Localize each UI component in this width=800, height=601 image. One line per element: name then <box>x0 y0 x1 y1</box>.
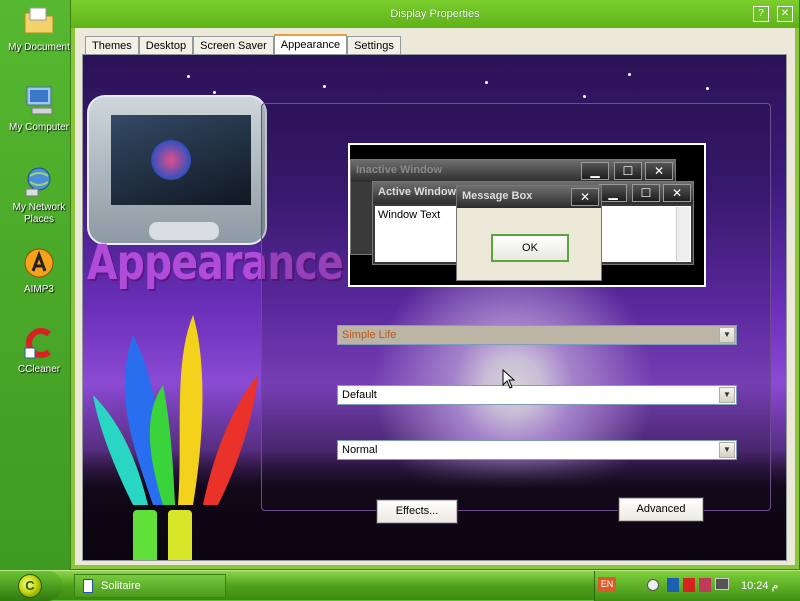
window-style-dropdown[interactable]: Default ▼ <box>337 385 737 405</box>
preview-ok-button: OK <box>491 234 569 262</box>
tray-sound-icon[interactable] <box>647 579 659 591</box>
appearance-preview: Inactive Window ▁ ☐ ✕ Active Window ▁ ☐ … <box>348 143 706 287</box>
network-icon <box>22 164 56 198</box>
tab-settings[interactable]: Settings <box>347 36 401 56</box>
aimp-icon <box>22 246 56 280</box>
maximize-icon: ☐ <box>614 162 642 180</box>
desktop-icon-my-document[interactable]: My Document <box>2 4 76 54</box>
desktop-icon-my-computer[interactable]: My Computer <box>2 84 76 134</box>
clock[interactable]: 10:24 م <box>741 579 778 592</box>
star <box>485 81 488 84</box>
help-button[interactable]: ? <box>753 6 769 22</box>
solitaire-icon <box>83 579 93 593</box>
start-button[interactable]: C <box>0 571 62 601</box>
paint-splash-image <box>93 305 263 560</box>
mouse-cursor-icon <box>502 369 516 389</box>
star <box>213 91 216 94</box>
font-size-dropdown[interactable]: Normal ▼ <box>337 440 737 460</box>
preview-scrollbar <box>676 207 690 261</box>
monitor-image <box>87 95 267 245</box>
monitor-screen <box>111 115 251 205</box>
tray-network-icon[interactable] <box>667 578 679 592</box>
display-properties-window: Display Properties ? ✕ Themes Desktop Scre… <box>70 0 800 570</box>
taskbar-item-solitaire[interactable]: Solitaire <box>74 574 226 598</box>
maximize-icon: ☐ <box>632 184 660 202</box>
tray-monitor-icon[interactable] <box>715 578 729 590</box>
message-box-title-text: Message Box <box>462 190 533 202</box>
effects-button[interactable]: Effects... <box>376 499 458 524</box>
paint-bottle <box>168 510 192 560</box>
taskbar-item-label: Solitaire <box>101 580 141 592</box>
appearance-panel: Appearance Inactive Window ▁ ☐ ✕ Active … <box>82 54 787 561</box>
star <box>187 75 190 78</box>
chevron-down-icon[interactable]: ▼ <box>719 387 735 403</box>
desktop-icon-ccleaner[interactable]: CCleaner <box>2 326 76 376</box>
taskbar: C Solitaire 10:24 م <box>0 570 800 601</box>
chevron-down-icon[interactable]: ▼ <box>719 442 735 458</box>
tab-themes[interactable]: Themes <box>85 36 139 56</box>
tab-appearance[interactable]: Appearance <box>273 34 348 56</box>
close-icon: ✕ <box>571 188 599 206</box>
language-indicator[interactable]: EN <box>598 577 616 592</box>
desktop-icon-my-network-places[interactable]: My Network Places <box>2 164 76 226</box>
tray-security-icon[interactable] <box>683 578 695 592</box>
ccleaner-icon <box>22 326 56 360</box>
desktop-icon-aimp3[interactable]: AIMP3 <box>2 246 76 296</box>
folder-icon <box>22 4 56 38</box>
tray-app-icon[interactable] <box>699 578 711 592</box>
message-box-title: Message Box ✕ <box>457 186 601 208</box>
advanced-button[interactable]: Advanced <box>618 497 704 522</box>
window-style-value: Default <box>342 389 377 401</box>
inactive-window-title-text: Inactive Window <box>356 164 443 176</box>
tab-strip: Themes Desktop Screen Saver Appearance Setti… <box>85 34 401 56</box>
computer-icon <box>22 84 56 118</box>
star <box>583 95 586 98</box>
desktop-icon-label: CCleaner <box>17 364 61 375</box>
system-tray: 10:24 م <box>594 571 800 601</box>
tab-screen-saver[interactable]: Screen Saver <box>193 36 274 56</box>
paint-bottle <box>133 510 157 560</box>
desktop-icon-label: My Computer <box>8 122 69 133</box>
close-button[interactable]: ✕ <box>777 6 793 22</box>
minimize-icon: ▁ <box>581 162 609 180</box>
start-orb-icon: C <box>18 574 42 598</box>
desktop-icon-label: My Document <box>8 42 70 53</box>
window-title: Display Properties <box>390 8 480 20</box>
star <box>323 85 326 88</box>
message-box-preview: Message Box ✕ OK <box>456 185 602 281</box>
color-scheme-value: Simple Life <box>342 329 397 341</box>
close-icon: ✕ <box>663 184 691 202</box>
window-titlebar[interactable]: Display Properties ? ✕ <box>71 0 799 28</box>
close-icon: ✕ <box>645 162 673 180</box>
star <box>628 73 631 76</box>
chevron-down-icon[interactable]: ▼ <box>719 327 735 343</box>
active-window-title-text: Active Window <box>378 186 457 198</box>
window-client: Themes Desktop Screen Saver Appearance Setti… <box>75 28 795 565</box>
color-scheme-dropdown[interactable]: Simple Life ▼ <box>337 325 737 345</box>
font-size-value: Normal <box>342 444 378 456</box>
inactive-window-title: Inactive Window ▁ ☐ ✕ <box>351 160 675 182</box>
screen-wallpaper-blob <box>151 140 191 180</box>
desktop-icon-label: My Network Places <box>12 202 66 225</box>
window-text: Window Text <box>378 209 441 221</box>
minimize-icon: ▁ <box>599 184 627 202</box>
tab-desktop[interactable]: Desktop <box>138 36 194 56</box>
desktop-icon-label: AIMP3 <box>23 284 54 295</box>
star <box>706 87 709 90</box>
